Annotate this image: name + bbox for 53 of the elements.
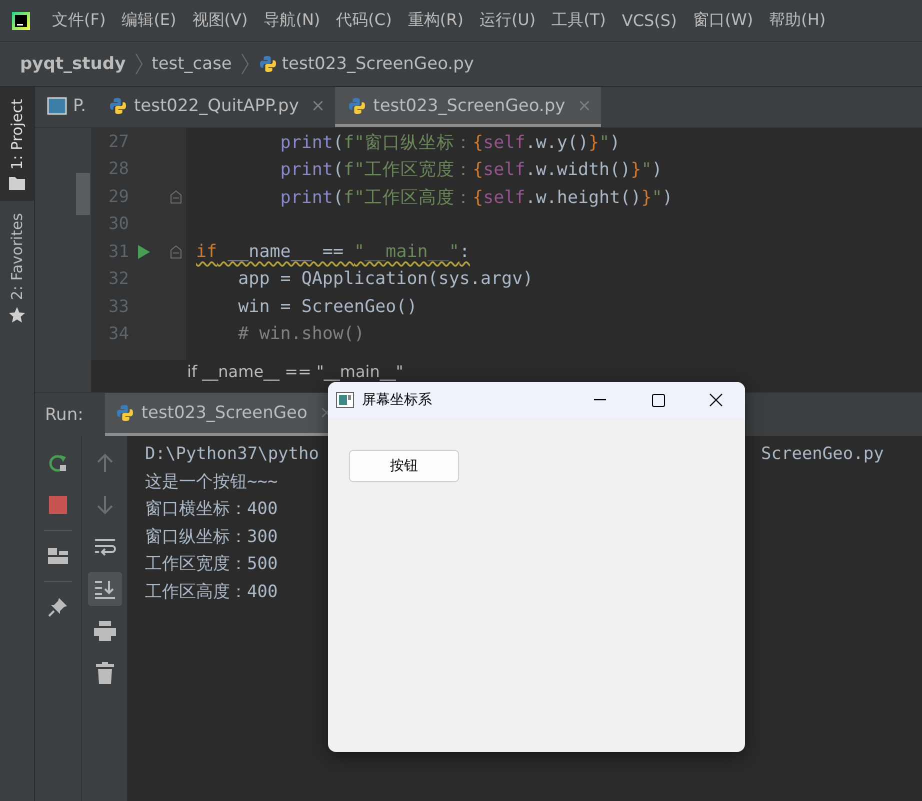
- code-line: app = QApplication(sys.argv): [237, 269, 534, 290]
- console-text: 这是一个按钮~~~: [145, 470, 278, 493]
- console-text: 窗口横坐标：400: [145, 498, 278, 520]
- app-logo-icon: [12, 12, 30, 30]
- folder-icon: [8, 176, 26, 191]
- tool-window-button[interactable]: 1: Project: [0, 87, 34, 201]
- menu-item[interactable]: 工具(T): [544, 10, 614, 31]
- window-title: 屏幕坐标系: [362, 391, 432, 409]
- window-icon: [336, 392, 354, 408]
- menu-item[interactable]: 窗口(W): [684, 10, 762, 31]
- menu-item[interactable]: 导航(N): [256, 10, 328, 31]
- menu-item[interactable]: VCS(S): [614, 11, 685, 30]
- console-text: 窗口纵坐标：300: [145, 526, 278, 548]
- code-line: win = ScreenGeo(): [237, 296, 418, 317]
- fold-icon[interactable]: [170, 190, 182, 204]
- menu-item[interactable]: 代码(C): [328, 10, 400, 31]
- console-text: D:\Python37\pytho: [145, 444, 319, 464]
- code-line: print(f"工作区高度：{self.w.height()}"): [279, 186, 673, 209]
- code-line: print(f"窗口纵坐标：{self.w.y()}"): [279, 132, 620, 154]
- chevron-icon: [240, 53, 250, 75]
- run-label: Run:: [45, 404, 84, 426]
- window-icon: [47, 96, 67, 114]
- menu-item[interactable]: 编辑(E): [114, 10, 184, 31]
- editor-tab[interactable]: test022_QuitAPP.py ×: [96, 87, 336, 127]
- python-run-icon: [115, 403, 136, 423]
- menu-item[interactable]: 重构(R): [400, 10, 472, 31]
- python-file-icon: [108, 96, 128, 116]
- fold-icon[interactable]: [170, 244, 182, 259]
- breadcrumb[interactable]: test023_ScreenGeo.py: [258, 54, 474, 74]
- breadcrumb[interactable]: test_case: [152, 54, 232, 74]
- scroll-to-end-icon[interactable]: [88, 572, 122, 606]
- console-text: 工作区高度：400: [145, 580, 278, 603]
- menu-item[interactable]: 运行(U): [471, 10, 544, 31]
- console-text: 工作区宽度：500: [145, 553, 278, 576]
- menu-item[interactable]: 视图(V): [184, 10, 256, 31]
- editor-tab[interactable]: P.: [35, 87, 96, 127]
- menu-item[interactable]: 帮助(H): [761, 10, 834, 31]
- push-button[interactable]: 按钮: [349, 450, 459, 482]
- console-text: ScreenGeo.py: [761, 444, 884, 464]
- editor-tab[interactable]: test023_ScreenGeo.py ×: [335, 87, 602, 127]
- breadcrumb[interactable]: pyqt_study: [20, 54, 126, 74]
- code-breadcrumb[interactable]: if __name__ == "__main__": [187, 360, 404, 382]
- menu-item[interactable]: 文件(F): [44, 10, 114, 31]
- scrollbar-thumb[interactable]: [76, 173, 90, 215]
- python-file-icon: [347, 96, 368, 116]
- code-line: # win.show(): [237, 324, 365, 344]
- code-line: print(f"工作区宽度：{self.w.width()}"): [279, 159, 662, 182]
- star-icon: [8, 306, 26, 324]
- code-line: if __name__ == "__main__":: [196, 242, 470, 262]
- tool-window-button[interactable]: 2: Favorites: [0, 200, 34, 334]
- python-icon: [258, 54, 278, 74]
- run-icon[interactable]: [137, 244, 151, 260]
- chevron-icon: [134, 53, 144, 75]
